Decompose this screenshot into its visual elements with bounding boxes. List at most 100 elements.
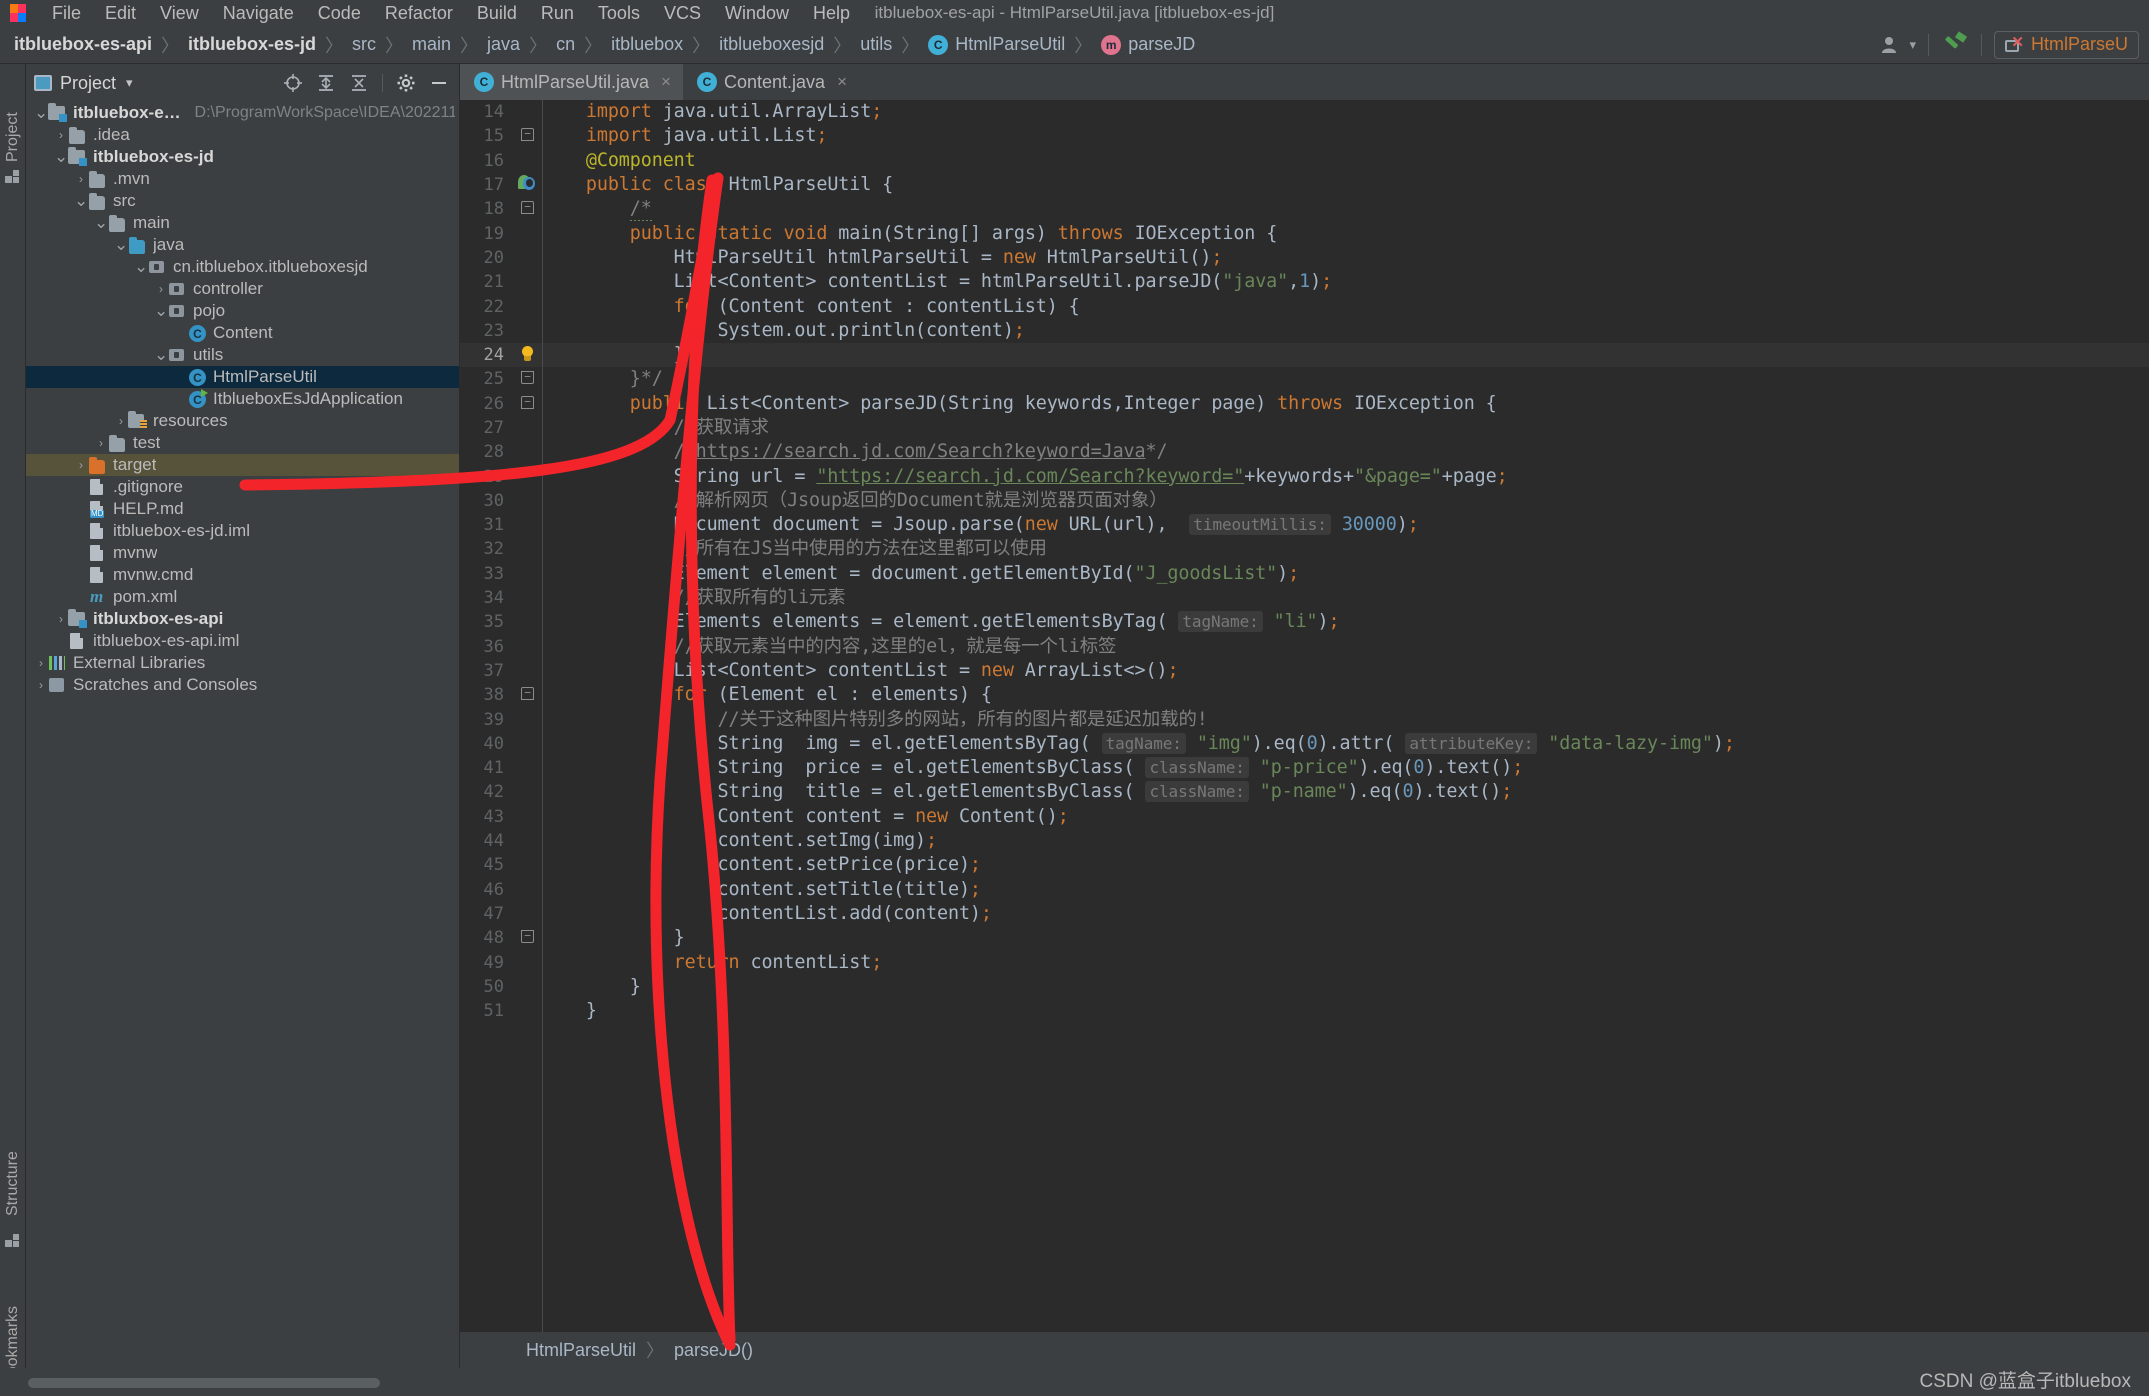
- chevron-right-icon[interactable]: ›: [94, 436, 108, 450]
- code-text[interactable]: //关于这种图片特别多的网站，所有的图片都是延迟加载的!: [542, 708, 2149, 732]
- code-line-50[interactable]: 50 }: [460, 975, 2149, 999]
- code-line-44[interactable]: 44 content.setImg(img);: [460, 829, 2149, 853]
- editor-tab-htmlparseutil-java[interactable]: C HtmlParseUtil.java ×: [460, 64, 683, 100]
- tree-node-controller[interactable]: › controller: [26, 278, 459, 300]
- fold-collapse-icon[interactable]: −: [521, 930, 534, 944]
- menu-bar[interactable]: File Edit View Navigate Code Refactor Build Run…: [40, 0, 862, 26]
- breadcrumb-item-htmlparseutil[interactable]: C HtmlParseUtil: [928, 34, 1065, 55]
- fold-gutter[interactable]: [516, 878, 542, 902]
- code-line-26[interactable]: 26 − public List<Content> parseJD(String …: [460, 392, 2149, 416]
- code-line-46[interactable]: 46 content.setTitle(title);: [460, 878, 2149, 902]
- breadcrumb-class[interactable]: HtmlParseUtil: [526, 1340, 636, 1361]
- code-line-47[interactable]: 47 contentList.add(content);: [460, 902, 2149, 926]
- fold-gutter[interactable]: −: [516, 197, 542, 221]
- code-line-15[interactable]: 15 − import java.util.List;: [460, 124, 2149, 148]
- intention-bulb-icon[interactable]: [520, 346, 535, 363]
- menu-item-build[interactable]: Build: [465, 0, 529, 26]
- fold-gutter[interactable]: [516, 853, 542, 877]
- locate-icon[interactable]: [283, 73, 303, 93]
- code-text[interactable]: for (Content content : contentList) {: [542, 295, 2149, 319]
- breadcrumb-method[interactable]: parseJD(): [674, 1340, 753, 1361]
- code-text[interactable]: //解析网页（Jsoup返回的Document就是浏览器页面对象）: [542, 489, 2149, 513]
- code-text[interactable]: //获取请求: [542, 416, 2149, 440]
- code-line-43[interactable]: 43 Content content = new Content();: [460, 805, 2149, 829]
- tree-node-itbluebox-es-api[interactable]: ⌄ itbluebox-es-api D:\ProgramWorkSpace\IDE…: [26, 102, 459, 124]
- tree-node--gitignore[interactable]: .gitignore: [26, 476, 459, 498]
- collapse-all-icon[interactable]: [349, 73, 369, 93]
- chevron-down-icon[interactable]: ⌄: [114, 236, 128, 253]
- tree-node-java[interactable]: ⌄ java: [26, 234, 459, 256]
- chevron-right-icon[interactable]: ›: [34, 656, 48, 670]
- fold-gutter[interactable]: [516, 659, 542, 683]
- code-line-45[interactable]: 45 content.setPrice(price);: [460, 853, 2149, 877]
- menu-item-run[interactable]: Run: [529, 0, 586, 26]
- breadcrumb-item-itbluebox[interactable]: itbluebox: [611, 34, 683, 55]
- code-line-35[interactable]: 35 Elements elements = element.getElemen…: [460, 610, 2149, 634]
- tree-node-htmlparseutil[interactable]: C HtmlParseUtil: [26, 366, 459, 388]
- code-line-27[interactable]: 27 //获取请求: [460, 416, 2149, 440]
- expand-all-icon[interactable]: [316, 73, 336, 93]
- fold-gutter[interactable]: [516, 635, 542, 659]
- breadcrumb-item-parsejd[interactable]: m parseJD: [1101, 34, 1195, 55]
- code-line-20[interactable]: 20 HtmlParseUtil htmlParseUtil = new Htm…: [460, 246, 2149, 270]
- chevron-right-icon[interactable]: ›: [74, 172, 88, 186]
- fold-gutter[interactable]: −: [516, 124, 542, 148]
- fold-gutter[interactable]: [516, 708, 542, 732]
- tree-node--idea[interactable]: › .idea: [26, 124, 459, 146]
- tool-window-button-project[interactable]: Project: [0, 72, 26, 162]
- fold-gutter[interactable]: [516, 295, 542, 319]
- fold-gutter[interactable]: [516, 975, 542, 999]
- fold-gutter[interactable]: [516, 100, 542, 124]
- chevron-down-icon[interactable]: ⌄: [154, 302, 168, 319]
- tree-node-pom-xml[interactable]: m pom.xml: [26, 586, 459, 608]
- code-line-16[interactable]: 16 @Component: [460, 149, 2149, 173]
- chevron-down-icon[interactable]: ⌄: [94, 214, 108, 231]
- close-icon[interactable]: ×: [837, 72, 847, 92]
- breadcrumb-item-itbluebox-es-api[interactable]: itbluebox-es-api: [14, 34, 152, 55]
- code-text[interactable]: List<Content> contentList = htmlParseUti…: [542, 270, 2149, 294]
- code-line-30[interactable]: 30 //解析网页（Jsoup返回的Document就是浏览器页面对象）: [460, 489, 2149, 513]
- tree-node--mvn[interactable]: › .mvn: [26, 168, 459, 190]
- fold-gutter[interactable]: [516, 416, 542, 440]
- fold-gutter[interactable]: [516, 829, 542, 853]
- code-text[interactable]: Element element = document.getElementByI…: [542, 562, 2149, 586]
- horizontal-scrollbar[interactable]: [28, 1378, 380, 1388]
- chevron-right-icon[interactable]: ›: [74, 458, 88, 472]
- code-text[interactable]: }: [542, 999, 2149, 1023]
- code-line-42[interactable]: 42 String title = el.getElementsByClass(…: [460, 780, 2149, 804]
- fold-gutter[interactable]: [516, 902, 542, 926]
- tree-node-itbluebox-es-jd[interactable]: ⌄ itbluebox-es-jd: [26, 146, 459, 168]
- breadcrumb-item-itblueboxesjd[interactable]: itblueboxesjd: [719, 34, 824, 55]
- chevron-right-icon[interactable]: ›: [34, 678, 48, 692]
- hide-icon[interactable]: [429, 73, 449, 93]
- fold-gutter[interactable]: [516, 465, 542, 489]
- chevron-right-icon[interactable]: ›: [54, 612, 68, 626]
- close-icon[interactable]: ×: [661, 72, 671, 92]
- tree-node-itblueboxesjdapplication[interactable]: C ItblueboxEsJdApplication: [26, 388, 459, 410]
- code-line-25[interactable]: 25 − }*/: [460, 367, 2149, 391]
- tree-node-itbluebox-es-jd-iml[interactable]: itbluebox-es-jd.iml: [26, 520, 459, 542]
- code-line-38[interactable]: 38 − for (Element el : elements) {: [460, 683, 2149, 707]
- code-text[interactable]: //所有在JS当中使用的方法在这里都可以使用: [542, 537, 2149, 561]
- code-text[interactable]: public static void main(String[] args) t…: [542, 222, 2149, 246]
- code-line-19[interactable]: 19 public static void main(String[] args…: [460, 221, 2149, 245]
- fold-gutter[interactable]: [516, 562, 542, 586]
- fold-gutter[interactable]: −: [516, 367, 542, 391]
- breadcrumb-item-utils[interactable]: utils: [860, 34, 892, 55]
- code-text[interactable]: content.setImg(img);: [542, 829, 2149, 853]
- code-line-24[interactable]: 24 }: [460, 342, 2149, 368]
- code-text[interactable]: public List<Content> parseJD(String keyw…: [542, 392, 2149, 416]
- code-line-21[interactable]: 21 List<Content> contentList = htmlParse…: [460, 270, 2149, 294]
- menu-item-code[interactable]: Code: [306, 0, 373, 26]
- tool-window-button-bookmarks[interactable]: Bookmarks: [0, 1246, 26, 1386]
- menu-item-edit[interactable]: Edit: [93, 0, 148, 26]
- fold-gutter[interactable]: [516, 222, 542, 246]
- code-line-39[interactable]: 39 //关于这种图片特别多的网站，所有的图片都是延迟加载的!: [460, 707, 2149, 731]
- fold-gutter[interactable]: [516, 586, 542, 610]
- code-text[interactable]: import java.util.List;: [542, 124, 2149, 148]
- tree-node-scratches-and-consoles[interactable]: › Scratches and Consoles: [26, 674, 459, 696]
- tree-node-utils[interactable]: ⌄ utils: [26, 344, 459, 366]
- code-line-33[interactable]: 33 Element element = document.getElement…: [460, 562, 2149, 586]
- chevron-down-icon[interactable]: ⌄: [74, 192, 88, 209]
- fold-gutter[interactable]: [516, 610, 542, 634]
